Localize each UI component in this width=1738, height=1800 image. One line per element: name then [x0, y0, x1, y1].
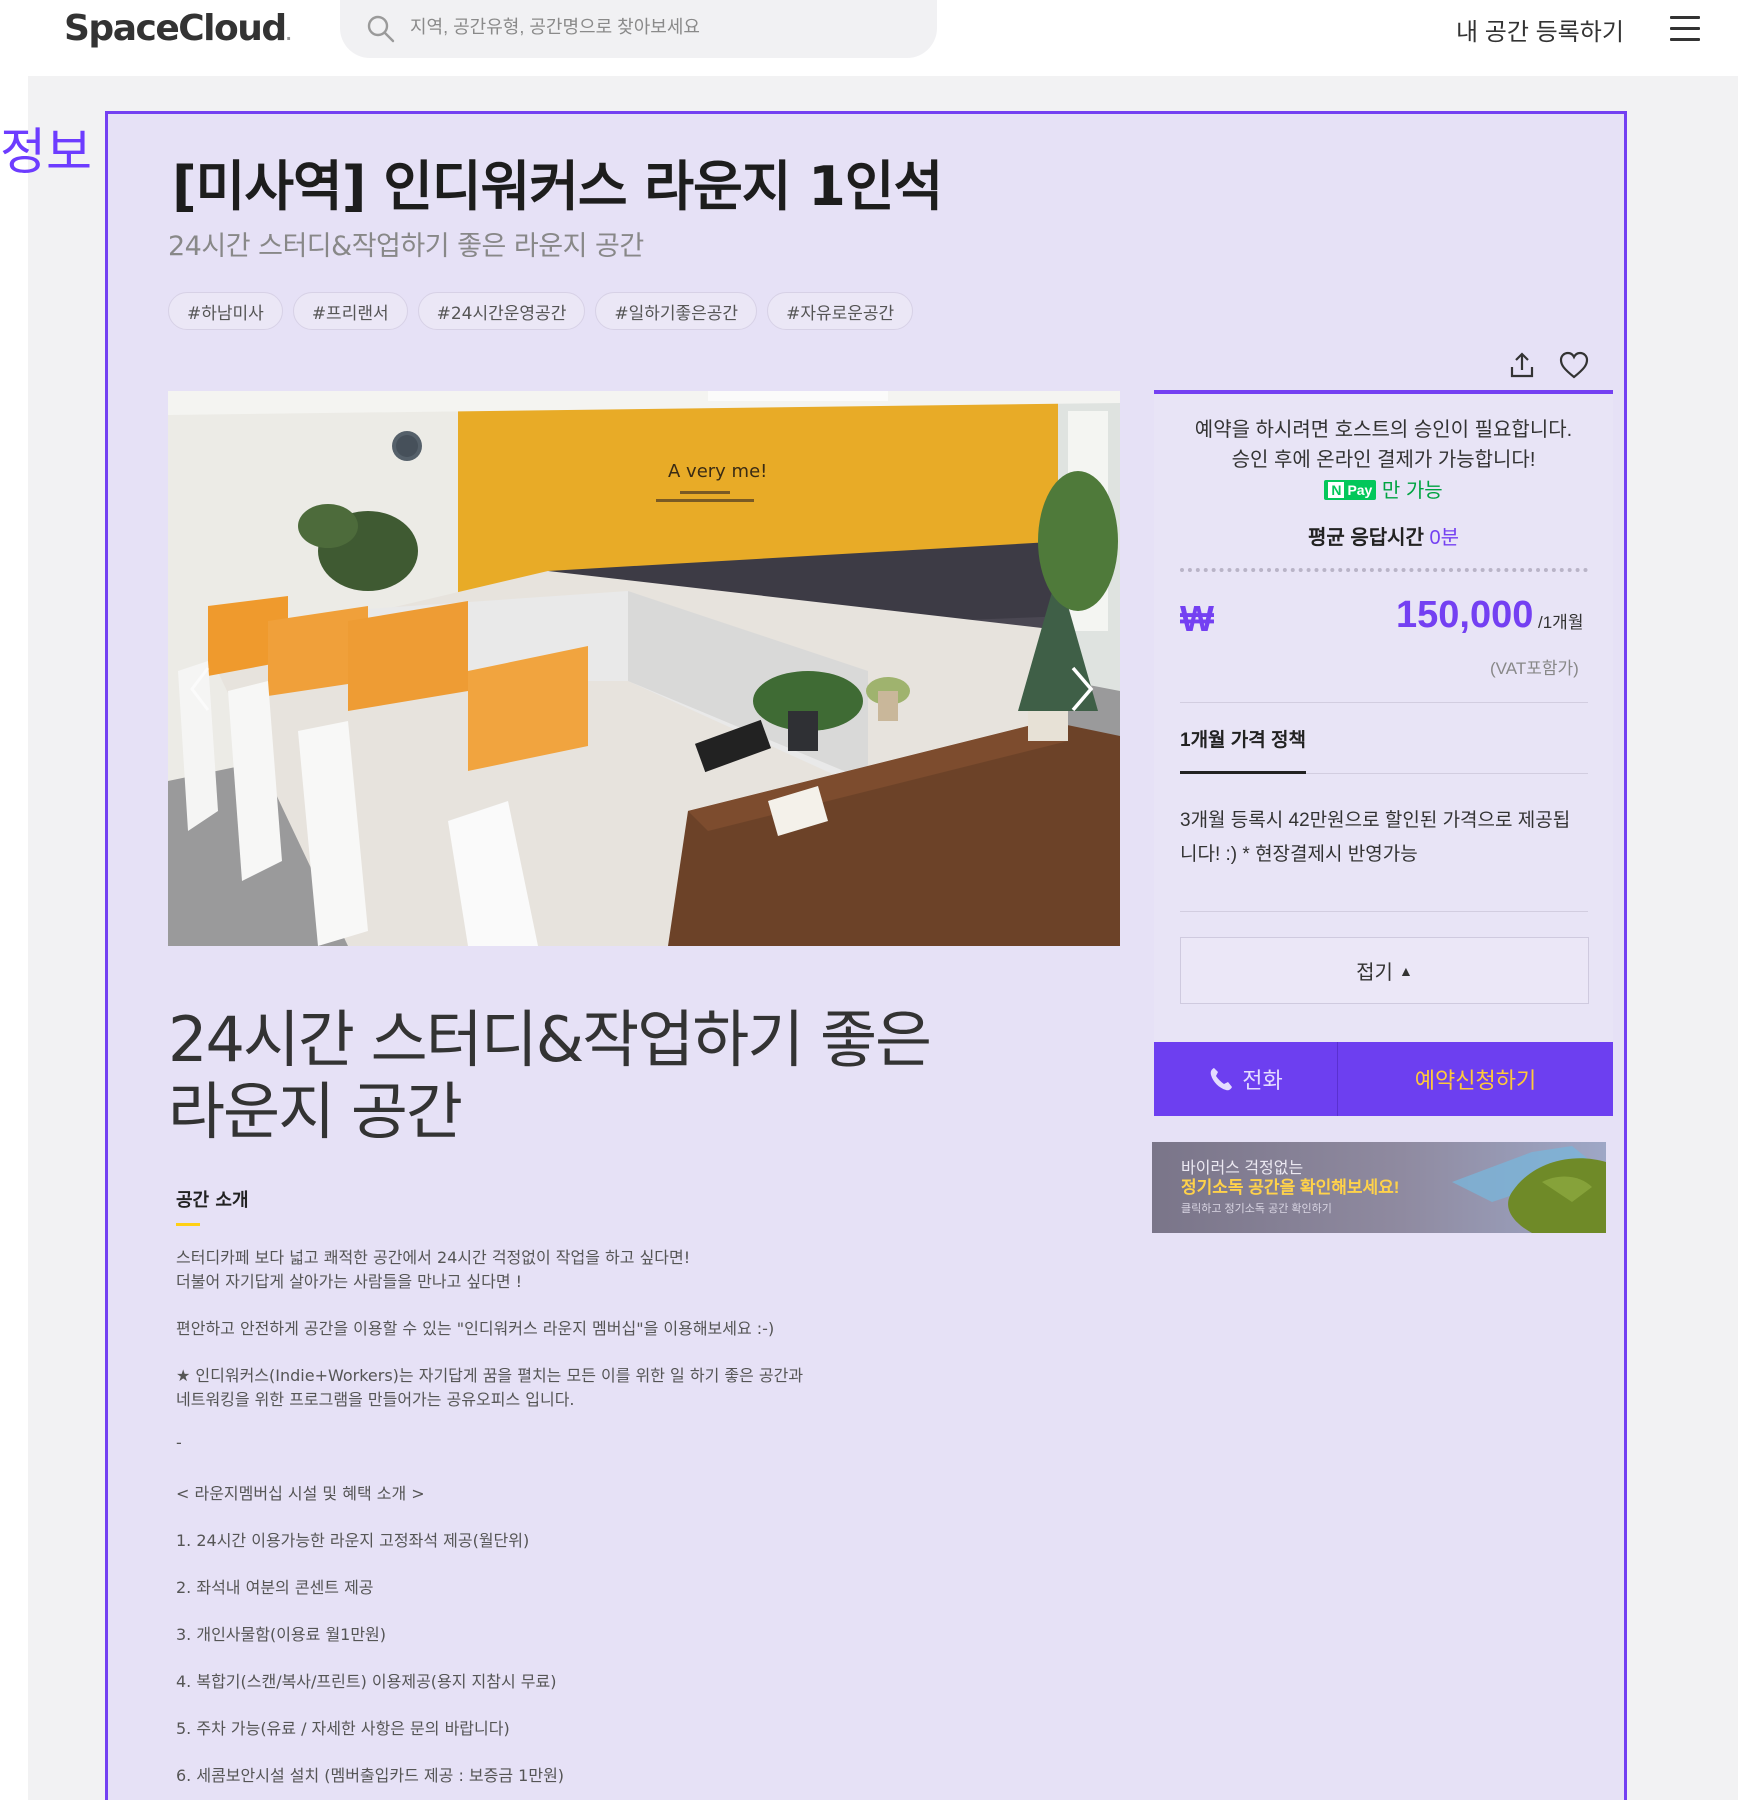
price-period: /1개월	[1538, 613, 1584, 632]
phone-icon	[1210, 1068, 1233, 1091]
intro-line: 2. 좌석내 여분의 콘센트 제공	[176, 1578, 374, 1597]
approval-notice: 예약을 하시려면 호스트의 승인이 필요합니다. 승인 후에 온라인 결제가 가…	[1194, 419, 1573, 471]
call-button[interactable]: 전화	[1154, 1042, 1338, 1116]
currency-symbol: ₩	[1180, 598, 1214, 639]
intro-line: < 라운지멤버십 시설 및 혜택 소개 >	[176, 1484, 425, 1503]
dotted-divider	[1180, 568, 1588, 572]
intro-line: 편안하고 안전하게 공간을 이용할 수 있는 "인디워커스 라운지 멤버십"을 …	[176, 1319, 775, 1338]
intro-line: 네트워킹을 위한 프로그램을 만들어가는 공유오피스 입니다.	[176, 1390, 575, 1409]
intro-line: 더불어 자기답게 살아가는 사람들을 만나고 싶다면 !	[176, 1272, 523, 1291]
side-section-label: 정보	[0, 123, 92, 181]
tag-list: #하남미사 #프리랜서 #24시간운영공간 #일하기좋은공간 #자유로운공간	[168, 292, 914, 330]
intro-line: 스터디카페 보다 넓고 쾌적한 공간에서 24시간 걱정없이 작업을 하고 싶다…	[176, 1248, 691, 1267]
heart-icon[interactable]	[1558, 350, 1590, 380]
search-input[interactable]	[410, 10, 910, 44]
register-space-link[interactable]: 내 공간 등록하기	[1456, 12, 1624, 47]
fold-button[interactable]: 접기 ▲	[1180, 937, 1589, 1004]
npay-only-notice: N Pay 만 가능	[1154, 474, 1613, 503]
active-tab-underline	[1180, 771, 1306, 774]
disinfection-banner[interactable]: 바이러스 걱정없는 정기소독 공간을 확인해보세요! 클릭하고 정기소독 공간 …	[1152, 1142, 1606, 1233]
search-bar[interactable]	[340, 0, 937, 58]
share-icon[interactable]	[1507, 350, 1537, 380]
photo-next-arrow-icon[interactable]	[1068, 664, 1096, 714]
hamburger-menu-icon[interactable]	[1670, 16, 1700, 42]
lounge-photo-illustration: A very me!	[168, 391, 1120, 946]
wall-sign-text: A very me!	[668, 461, 767, 482]
intro-line: 5. 주차 가능(유료 / 자세한 사항은 문의 바랍니다)	[176, 1719, 510, 1738]
tag-item[interactable]: #하남미사	[168, 292, 283, 330]
space-title: [미사역] 인디워커스 라운지 1인석	[172, 155, 943, 218]
average-response-time: 평균 응답시간 0분	[1307, 527, 1460, 549]
banner-line3: 클릭하고 정기소독 공간 확인하기	[1181, 1203, 1332, 1215]
booking-panel-topline	[1154, 390, 1613, 394]
space-photo[interactable]: A very me!	[168, 391, 1120, 946]
intro-section-title: 공간 소개	[176, 1190, 249, 1211]
intro-line: ★ 인디워커스(Indie+Workers)는 자기답게 꿈을 펼치는 모든 이…	[176, 1366, 804, 1385]
vat-note: (VAT포함가)	[1490, 659, 1579, 678]
intro-line: 3. 개인사물함(이용료 월1만원)	[176, 1625, 387, 1644]
spacecloud-logo[interactable]: SpaceCloud.	[64, 8, 292, 49]
npay-badge: N Pay	[1324, 480, 1377, 500]
tag-item[interactable]: #일하기좋은공간	[595, 292, 758, 330]
divider	[1180, 702, 1588, 703]
tag-item[interactable]: #프리랜서	[292, 292, 408, 330]
intro-line: 4. 복합기(스캔/복사/프린트) 이용제공(용지 지참시 무료)	[176, 1672, 557, 1691]
top-header: SpaceCloud. 내 공간 등록하기	[0, 0, 1738, 66]
triangle-up-icon: ▲	[1398, 962, 1413, 979]
space-heading: 24시간 스터디&작업하기 좋은 라운지 공간	[168, 1003, 932, 1148]
search-icon	[367, 15, 395, 43]
price-value: 150,000	[1396, 594, 1534, 636]
banner-line2: 정기소독 공간을 확인해보세요!	[1181, 1178, 1400, 1197]
divider	[1180, 911, 1588, 912]
intro-line: 6. 세콤보안시설 설치 (멤버출입카드 제공 : 보증금 1만원)	[176, 1766, 565, 1785]
booking-action-bar: 전화 예약신청하기	[1154, 1042, 1613, 1116]
intro-line: 1. 24시간 이용가능한 라운지 고정좌석 제공(월단위)	[176, 1531, 530, 1550]
price-policy-text: 3개월 등록시 42만원으로 할인된 가격으로 제공됩니다! :) * 현장결제…	[1180, 810, 1571, 865]
tag-item[interactable]: #자유로운공간	[767, 292, 914, 330]
intro-title-underline	[176, 1223, 200, 1226]
reserve-request-button[interactable]: 예약신청하기	[1338, 1042, 1613, 1116]
intro-line: -	[176, 1433, 182, 1452]
divider	[1306, 773, 1588, 774]
space-subtitle: 24시간 스터디&작업하기 좋은 라운지 공간	[168, 231, 644, 262]
tag-item[interactable]: #24시간운영공간	[417, 292, 586, 330]
photo-prev-arrow-icon[interactable]	[188, 664, 212, 714]
tab-monthly-price-policy[interactable]: 1개월 가격 정책	[1180, 725, 1306, 752]
